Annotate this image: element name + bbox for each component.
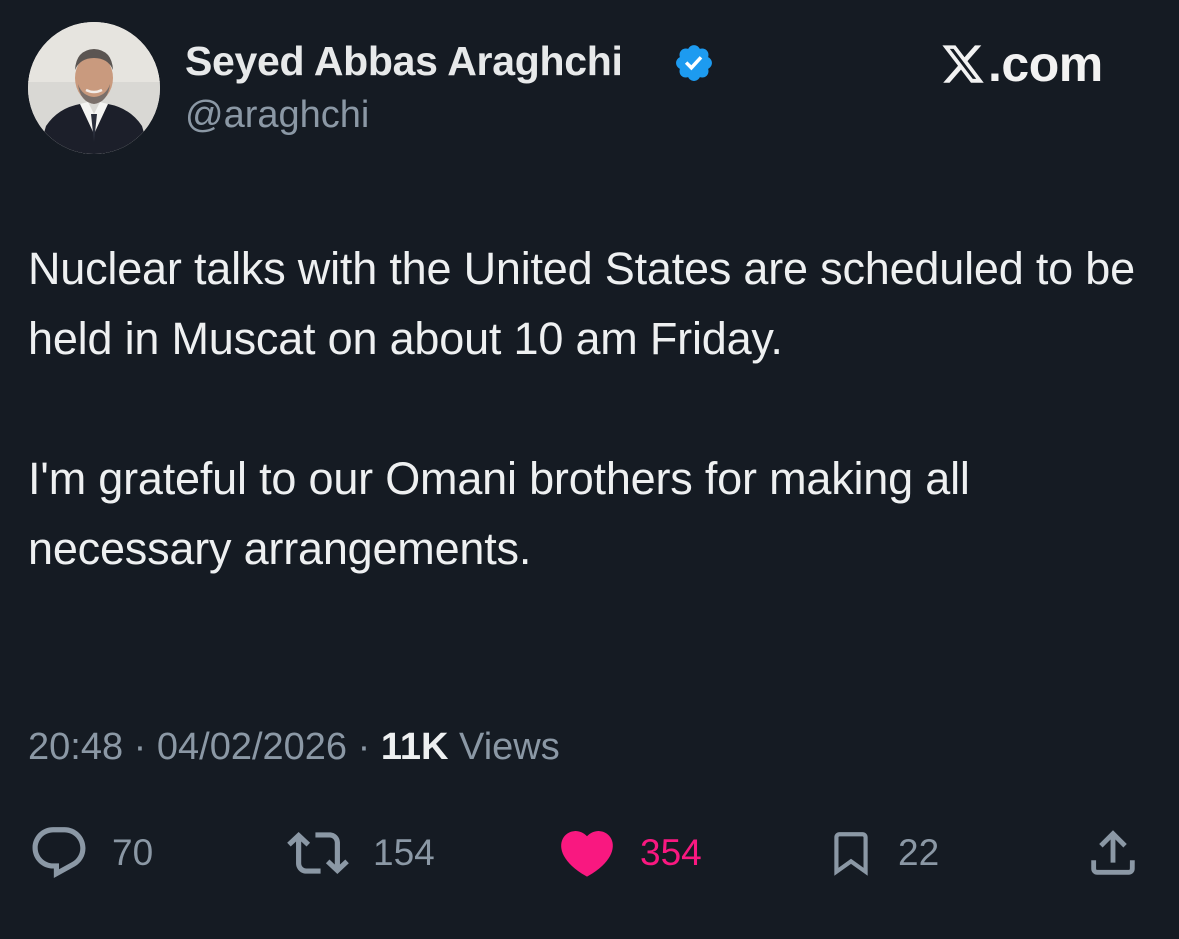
tweet-paragraph: Nuclear talks with the United States are… bbox=[28, 243, 1135, 364]
tweet-text: Nuclear talks with the United States are… bbox=[28, 234, 1148, 584]
reply-icon bbox=[32, 827, 86, 879]
views-label: Views bbox=[459, 726, 560, 768]
author-handle[interactable]: @araghchi bbox=[185, 94, 369, 137]
retweet-icon bbox=[287, 832, 349, 874]
views-count: 11K bbox=[380, 726, 449, 768]
x-logo: .com bbox=[940, 36, 1103, 92]
tweet-paragraph: I'm grateful to our Omani brothers for m… bbox=[28, 453, 970, 574]
verified-badge-icon bbox=[676, 45, 712, 81]
tweet-date[interactable]: 04/02/2026 bbox=[157, 726, 347, 768]
share-button[interactable] bbox=[1084, 822, 1142, 884]
x-logo-text: .com bbox=[988, 36, 1103, 92]
like-button[interactable]: 354 bbox=[556, 822, 702, 884]
reply-button[interactable]: 70 bbox=[28, 822, 153, 884]
like-count: 354 bbox=[640, 832, 702, 873]
x-logo-icon bbox=[942, 45, 984, 83]
meta-separator: · bbox=[133, 726, 147, 768]
meta-separator: · bbox=[357, 726, 371, 768]
retweet-button[interactable]: 154 bbox=[285, 822, 435, 884]
avatar-photo bbox=[28, 22, 160, 154]
author-display-name[interactable]: Seyed Abbas Araghchi bbox=[185, 38, 623, 85]
bookmark-button[interactable]: 22 bbox=[826, 822, 939, 884]
bookmark-count: 22 bbox=[898, 832, 940, 873]
avatar[interactable] bbox=[28, 22, 160, 154]
tweet-time[interactable]: 20:48 bbox=[28, 726, 123, 768]
bookmark-icon bbox=[834, 832, 868, 876]
share-icon bbox=[1091, 830, 1135, 875]
tweet-meta: 20:48 · 04/02/2026 · 11K Views bbox=[28, 726, 560, 769]
heart-filled-icon bbox=[561, 831, 613, 877]
retweet-count: 154 bbox=[373, 832, 435, 873]
reply-count: 70 bbox=[112, 832, 154, 873]
